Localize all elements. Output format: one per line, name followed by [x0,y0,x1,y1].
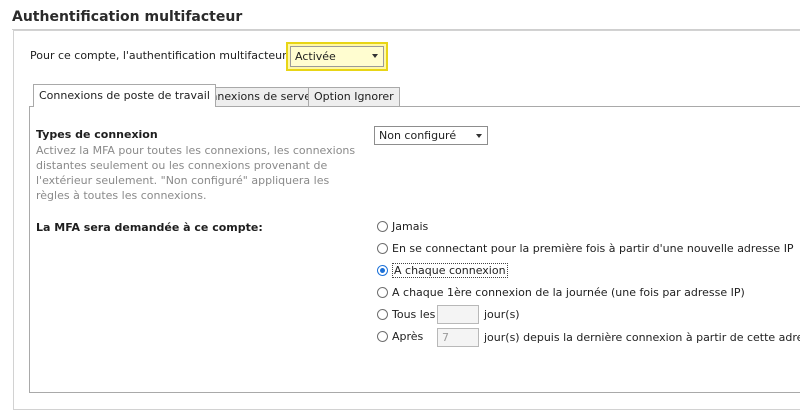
connection-types-label: Types de connexion [36,128,158,141]
days-since-label: jour(s) depuis la dernière connexion à p… [484,331,800,344]
tab-ignore-option[interactable]: Option Ignorer [308,87,400,106]
chevron-down-icon [476,134,482,138]
connection-type-value: Non configuré [379,129,457,142]
radio-button-icon[interactable] [377,331,388,342]
radio-each-connection[interactable]: A chaque connexion [377,263,508,279]
radio-after-n-days[interactable]: Après [377,329,423,345]
chevron-down-icon [372,54,378,58]
mfa-status-label: Pour ce compte, l'authentification multi… [30,49,307,62]
days-since-input[interactable] [437,328,479,347]
tab-workstation-connections[interactable]: Connexions de poste de travail [33,84,216,107]
radio-button-icon[interactable] [377,287,388,298]
radio-label: A chaque 1ère connexion de la journée (u… [392,286,745,299]
radio-label: Tous les [392,308,436,321]
radio-selected-icon[interactable] [377,265,388,276]
connection-types-description: Activez la MFA pour toutes les connexion… [36,144,356,202]
days-interval-input[interactable] [437,305,479,324]
radio-label: Jamais [392,220,429,233]
radio-label: Après [392,330,424,343]
radio-every-n-days[interactable]: Tous les [377,307,435,323]
section-title: Authentification multifacteur [12,9,243,25]
radio-label: A chaque connexion [392,263,508,278]
mfa-required-label: La MFA sera demandée à ce compte: [36,221,263,234]
mfa-status-value: Activée [295,50,336,63]
radio-never[interactable]: Jamais [377,219,428,235]
mfa-status-dropdown[interactable]: Activée [290,46,384,67]
tab-label: Connexions de poste de travail [39,89,210,102]
radio-label: En se connectant pour la première fois à… [392,242,794,255]
radio-button-icon[interactable] [377,221,388,232]
radio-button-icon[interactable] [377,309,388,320]
days-unit-label: jour(s) [484,308,520,321]
radio-new-ip[interactable]: En se connectant pour la première fois à… [377,241,794,257]
connection-type-dropdown[interactable]: Non configuré [374,126,488,145]
tab-label: Option Ignorer [314,90,394,103]
radio-button-icon[interactable] [377,243,388,254]
radio-first-daily[interactable]: A chaque 1ère connexion de la journée (u… [377,285,745,301]
